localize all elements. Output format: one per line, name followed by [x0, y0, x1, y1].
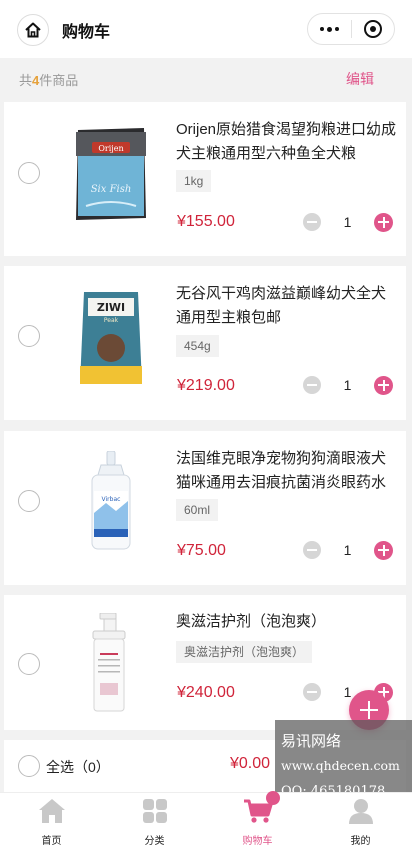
- product-price: ¥219.00: [177, 377, 235, 394]
- bottom-tab-bar: 首页 分类 购物车 我的: [0, 791, 412, 848]
- total-price: ¥0.00: [230, 755, 271, 772]
- edit-button[interactable]: 编辑: [346, 69, 374, 89]
- tab-category[interactable]: 分类: [103, 793, 206, 848]
- top-bar: 购物车: [0, 0, 412, 58]
- quantity-value: 1: [343, 542, 352, 558]
- decrease-button[interactable]: [303, 541, 321, 559]
- product-price: ¥155.00: [177, 213, 235, 230]
- svg-text:Virbac: Virbac: [102, 496, 121, 503]
- increase-button[interactable]: [374, 212, 393, 232]
- svg-text:ZIWI: ZIWI: [97, 301, 125, 314]
- watermark-url: www.qhdecen.com: [281, 758, 400, 773]
- tab-label: 首页: [41, 836, 62, 847]
- product-spec: 奥滋洁护剂（泡泡爽）: [176, 641, 313, 663]
- quantity-stepper: 1: [303, 212, 393, 232]
- decrease-button[interactable]: [303, 376, 321, 394]
- home-icon: [38, 799, 65, 823]
- quantity-value: 1: [343, 214, 352, 230]
- quantity-value: 1: [343, 377, 352, 393]
- mini-program-capsule: [307, 13, 395, 45]
- watermark-title: 易讯网络: [281, 732, 342, 750]
- tab-mine[interactable]: 我的: [309, 793, 412, 848]
- item-select-radio[interactable]: [18, 325, 40, 347]
- tab-home[interactable]: 首页: [0, 793, 103, 848]
- product-image: Orijen Six Fish: [76, 128, 146, 220]
- tab-label: 我的: [350, 836, 371, 847]
- svg-text:Orijen: Orijen: [98, 144, 123, 153]
- more-button[interactable]: [308, 14, 351, 44]
- cart-item: ZIWI Peak 无谷风干鸡肉滋益巅峰幼犬全犬通用型主粮包邮 454g ¥21…: [4, 266, 406, 420]
- decrease-button[interactable]: [303, 213, 321, 231]
- item-select-radio[interactable]: [18, 162, 40, 184]
- product-spec: 60ml: [176, 499, 219, 521]
- cart-item: Virbac 法国维克眼净宠物狗狗滴眼液犬猫咪通用去泪痕抗菌消炎眼药水 60ml …: [4, 431, 406, 585]
- page-title: 购物车: [62, 24, 111, 41]
- item-select-radio[interactable]: [18, 653, 40, 675]
- category-grid-icon: [142, 799, 167, 823]
- user-icon: [348, 799, 373, 824]
- close-button[interactable]: [352, 14, 394, 44]
- product-spec: 454g: [176, 335, 219, 357]
- product-name[interactable]: Orijen原始猎食渴望狗粮进口幼成犬主粮通用型六种鱼全犬粮: [176, 118, 398, 166]
- home-icon: [25, 22, 41, 38]
- item-select-radio[interactable]: [18, 490, 40, 512]
- tab-cart[interactable]: 购物车: [206, 791, 309, 848]
- more-dots-icon: [320, 27, 324, 31]
- product-image: Virbac: [91, 451, 131, 550]
- quantity-stepper: 1: [303, 540, 393, 560]
- item-count-text: 共4件商品: [19, 72, 79, 88]
- product-name[interactable]: 奥滋洁护剂（泡泡爽）: [176, 610, 398, 634]
- quantity-stepper: 1: [303, 375, 393, 395]
- product-name[interactable]: 无谷风干鸡肉滋益巅峰幼犬全犬通用型主粮包邮: [176, 282, 398, 330]
- product-image: ZIWI Peak: [80, 292, 142, 384]
- select-all-radio[interactable]: [18, 755, 40, 777]
- cart-badge: [266, 791, 280, 805]
- tab-label: 分类: [144, 836, 165, 847]
- decrease-button[interactable]: [303, 683, 321, 701]
- increase-button[interactable]: [374, 375, 393, 395]
- select-all-label[interactable]: 全选（0）: [46, 757, 110, 777]
- product-price: ¥75.00: [177, 542, 226, 559]
- cart-item: Orijen Six Fish Orijen原始猎食渴望狗粮进口幼成犬主粮通用型…: [4, 102, 406, 256]
- product-image: [92, 613, 126, 712]
- close-target-icon: [364, 20, 382, 38]
- product-spec: 1kg: [176, 170, 212, 192]
- increase-button[interactable]: [374, 540, 393, 560]
- svg-text:Six Fish: Six Fish: [91, 184, 132, 195]
- tab-label: 购物车: [242, 836, 273, 847]
- home-button[interactable]: [17, 14, 49, 46]
- product-price: ¥240.00: [177, 684, 235, 701]
- svg-text:Peak: Peak: [104, 317, 119, 324]
- cart-item: 奥滋洁护剂（泡泡爽） 奥滋洁护剂（泡泡爽） ¥240.00 1: [4, 595, 406, 730]
- cart-summary: 共4件商品 编辑: [0, 58, 412, 100]
